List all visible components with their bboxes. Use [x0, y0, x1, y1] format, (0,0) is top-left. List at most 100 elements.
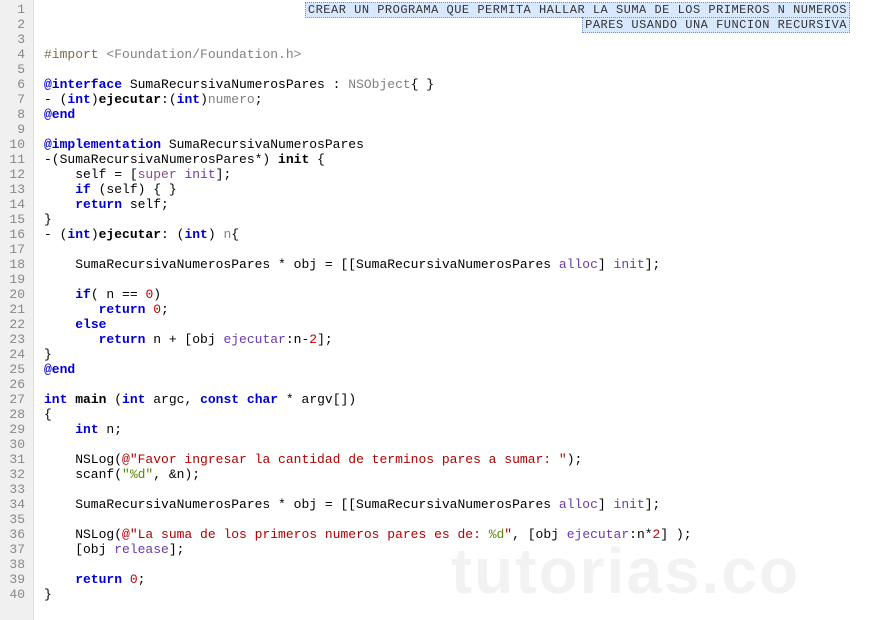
code-line: return 0; — [44, 572, 880, 587]
line-number: 28 — [4, 407, 25, 422]
keyword-token: int — [67, 92, 90, 107]
message-token: alloc — [559, 497, 598, 512]
text-token: -(SumaRecursivaNumerosPares*) — [44, 152, 278, 167]
text-token: :n* — [629, 527, 652, 542]
text-token — [44, 422, 75, 437]
keyword-token: @implementation — [44, 137, 161, 152]
keyword-token: return — [75, 197, 122, 212]
line-number: 4 — [4, 47, 25, 62]
message-token: alloc — [559, 257, 598, 272]
method-token: ejecutar — [99, 227, 161, 242]
line-number: 33 — [4, 482, 25, 497]
code-line: } — [44, 587, 880, 602]
code-line: @implementation SumaRecursivaNumerosPare… — [44, 137, 880, 152]
keyword-token: int — [184, 227, 207, 242]
keyword-token: char — [247, 392, 278, 407]
text-token: ] — [598, 497, 614, 512]
code-line: } — [44, 212, 880, 227]
text-token: ; — [161, 302, 169, 317]
code-line: NSLog(@"Favor ingresar la cantidad de te… — [44, 452, 880, 467]
text-token: :( — [161, 92, 177, 107]
text-token: [obj — [44, 542, 114, 557]
text-token: SumaRecursivaNumerosPares * obj = [[Suma… — [44, 257, 559, 272]
code-area[interactable]: CREAR UN PROGRAMA QUE PERMITA HALLAR LA … — [34, 0, 880, 620]
message-token: init — [184, 167, 215, 182]
text-token — [44, 197, 75, 212]
line-number: 17 — [4, 242, 25, 257]
line-number: 22 — [4, 317, 25, 332]
code-line: @end — [44, 362, 880, 377]
line-number: 18 — [4, 257, 25, 272]
text-token — [44, 332, 99, 347]
code-line — [44, 437, 880, 452]
code-line: return 0; — [44, 302, 880, 317]
code-line — [44, 122, 880, 137]
text-token — [122, 572, 130, 587]
code-line: - (int)ejecutar:(int)numero; — [44, 92, 880, 107]
text-token: , &n); — [153, 467, 200, 482]
line-number: 13 — [4, 182, 25, 197]
brace-token: } — [44, 587, 52, 602]
line-number: 24 — [4, 347, 25, 362]
message-token: init — [614, 497, 645, 512]
brace-token: { — [231, 227, 239, 242]
text-token: n + [obj — [145, 332, 223, 347]
preproc-token: #import — [44, 47, 99, 62]
code-line: @end — [44, 107, 880, 122]
line-number: 23 — [4, 332, 25, 347]
method-token: init — [278, 152, 309, 167]
text-token: ) — [200, 92, 208, 107]
number-token: 0 — [130, 572, 138, 587]
line-number: 31 — [4, 452, 25, 467]
keyword-token: return — [99, 332, 146, 347]
line-number: 15 — [4, 212, 25, 227]
code-line — [44, 482, 880, 497]
brace-token: { } — [411, 77, 434, 92]
line-number: 14 — [4, 197, 25, 212]
keyword-token: int — [67, 227, 90, 242]
keyword-token: return — [99, 302, 146, 317]
keyword-token: const — [200, 392, 239, 407]
line-number: 36 — [4, 527, 25, 542]
line-number: 5 — [4, 62, 25, 77]
keyword-token: int — [177, 92, 200, 107]
line-number: 7 — [4, 92, 25, 107]
string-token: "Favor ingresar la cantidad de terminos … — [130, 452, 567, 467]
keyword-token: if — [75, 182, 91, 197]
text-token: SumaRecursivaNumerosPares * obj = [[Suma… — [44, 497, 559, 512]
line-number: 29 — [4, 422, 25, 437]
code-line — [44, 377, 880, 392]
code-line: @interface SumaRecursivaNumerosPares : N… — [44, 77, 880, 92]
text-token — [44, 182, 75, 197]
line-number: 32 — [4, 467, 25, 482]
code-line: } — [44, 347, 880, 362]
code-line: int n; — [44, 422, 880, 437]
text-token: ) — [153, 287, 161, 302]
line-number: 1 — [4, 2, 25, 17]
line-number: 19 — [4, 272, 25, 287]
line-number: 35 — [4, 512, 25, 527]
text-token: ] — [598, 257, 614, 272]
code-line: return n + [obj ejecutar:n-2]; — [44, 332, 880, 347]
text-token: NSLog( — [44, 452, 122, 467]
code-line: -(SumaRecursivaNumerosPares*) init { — [44, 152, 880, 167]
string-token: " — [504, 527, 512, 542]
code-line — [44, 32, 880, 47]
text-token: ; — [255, 92, 263, 107]
include-token: <Foundation/Foundation.h> — [106, 47, 301, 62]
text-token — [44, 302, 99, 317]
code-line: else — [44, 317, 880, 332]
message-token: ejecutar — [223, 332, 285, 347]
function-token: main — [75, 392, 106, 407]
line-number: 38 — [4, 557, 25, 572]
code-editor[interactable]: 1234567891011121314151617181920212223242… — [0, 0, 880, 620]
code-line: #import <Foundation/Foundation.h> — [44, 47, 880, 62]
line-number: 27 — [4, 392, 25, 407]
line-number: 21 — [4, 302, 25, 317]
message-token: init — [614, 257, 645, 272]
text-token: (self) { } — [91, 182, 177, 197]
method-token: ejecutar — [99, 92, 161, 107]
text-token: SumaRecursivaNumerosPares — [161, 137, 364, 152]
text-token: : ( — [161, 227, 184, 242]
code-line: SumaRecursivaNumerosPares * obj = [[Suma… — [44, 257, 880, 272]
